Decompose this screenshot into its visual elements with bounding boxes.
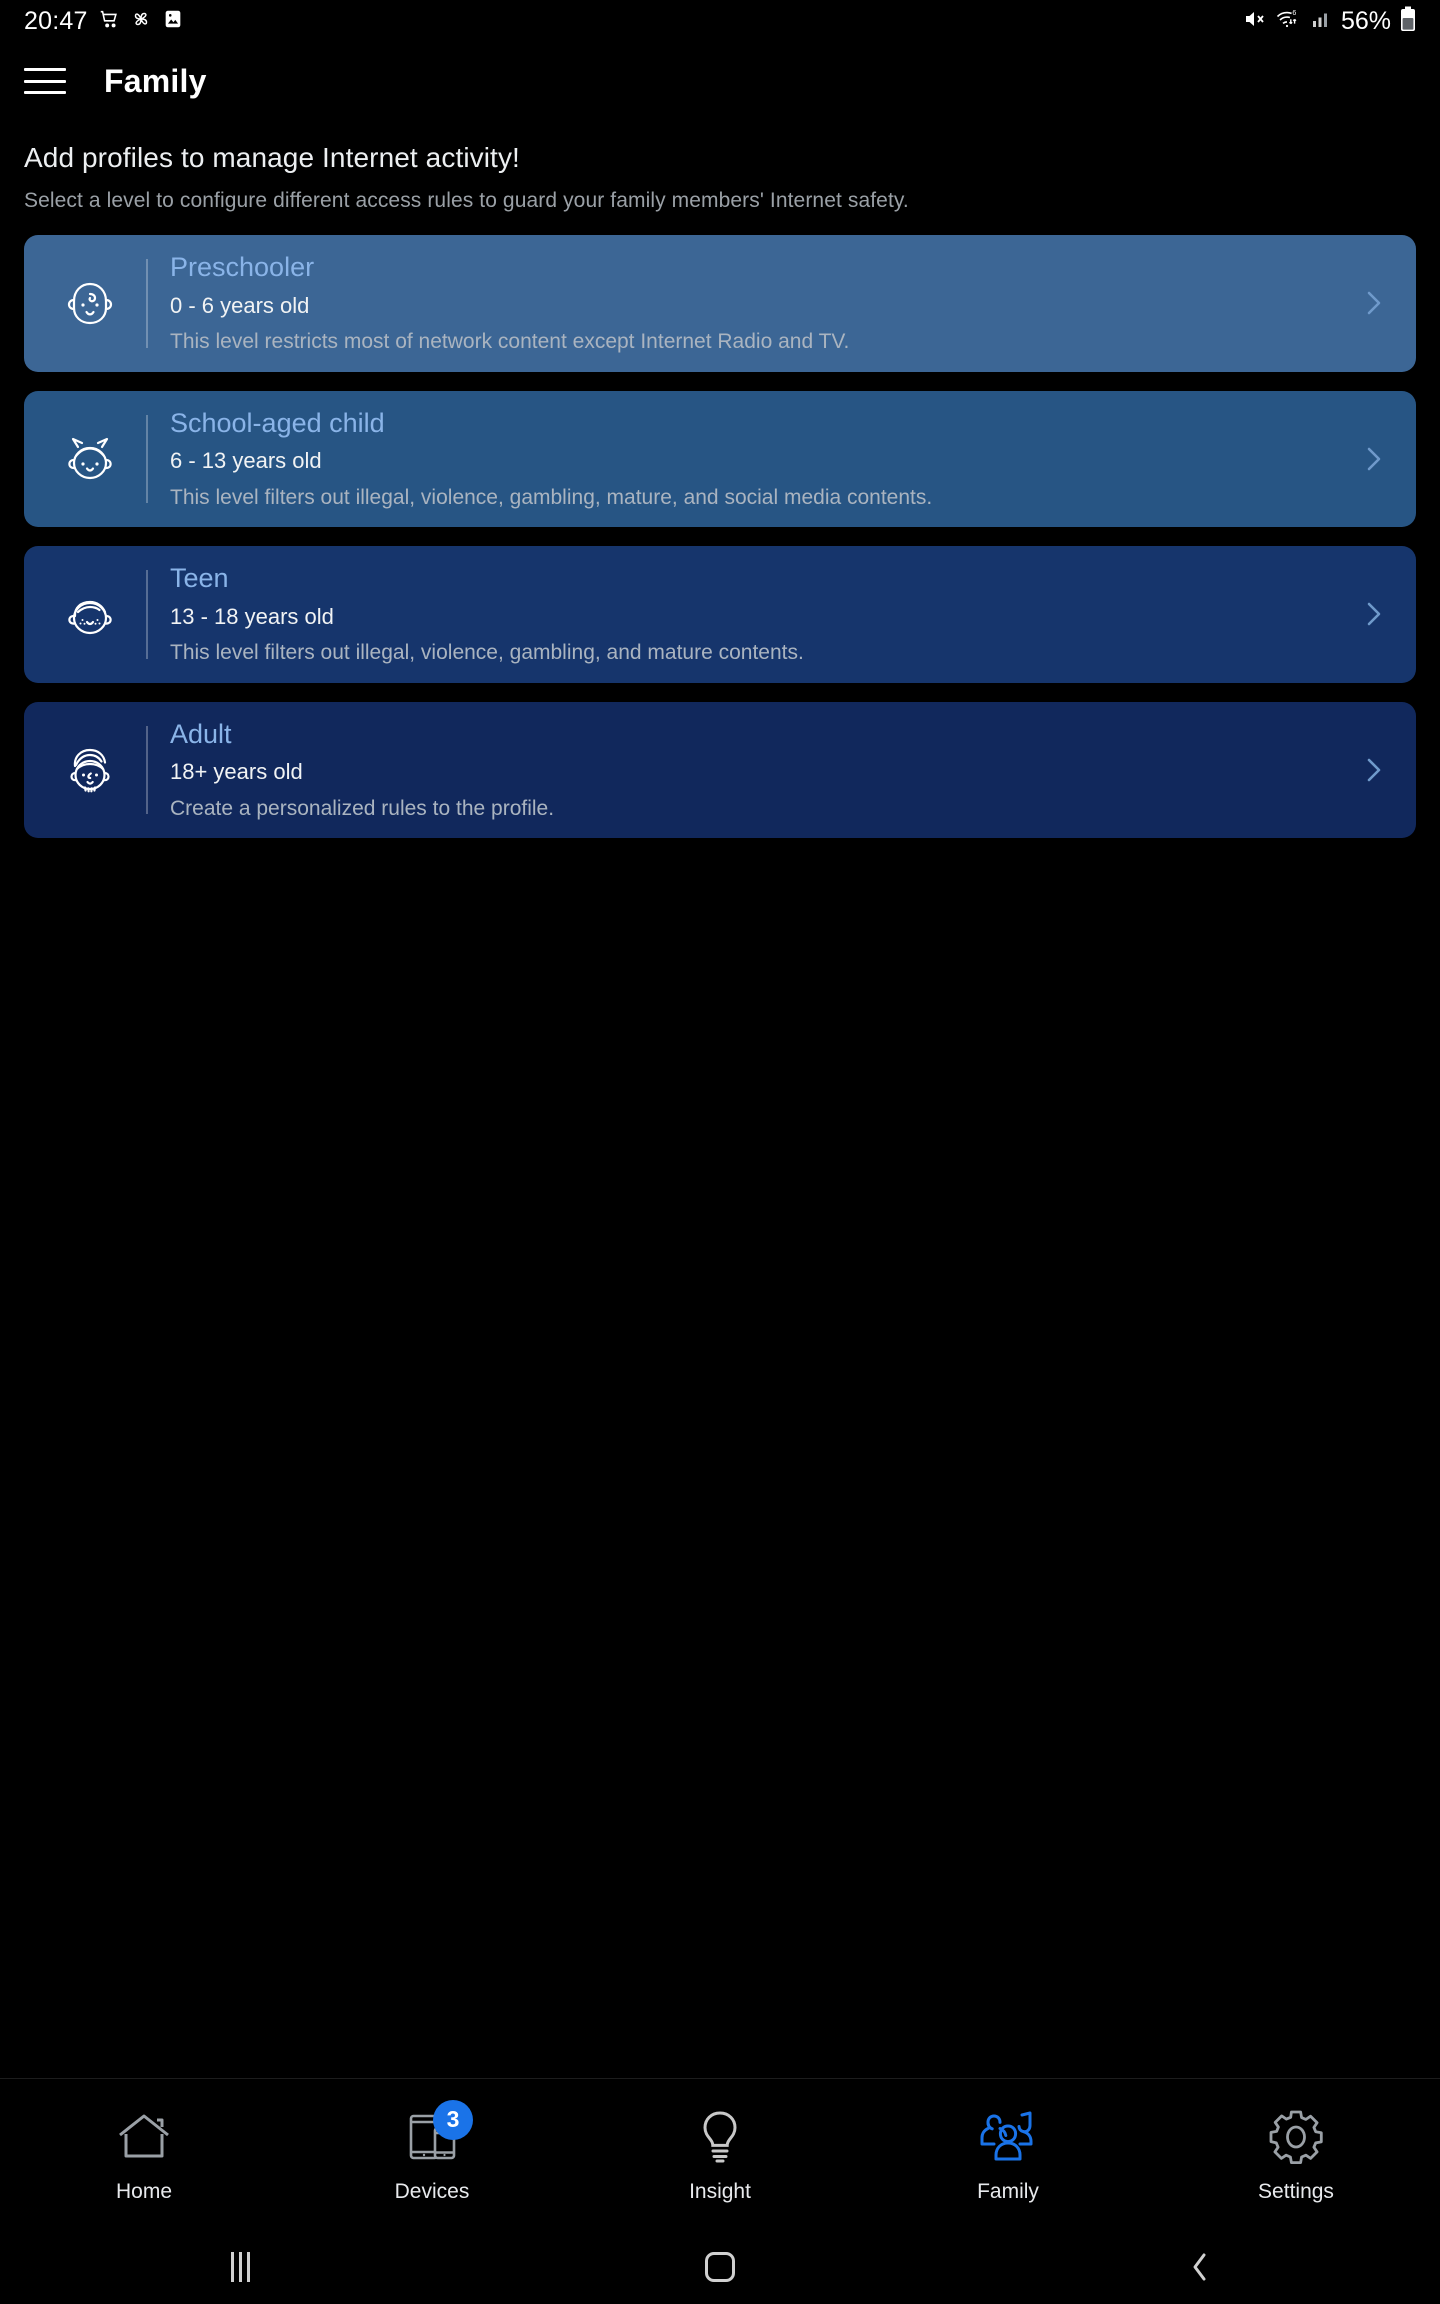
wifi-6-icon: 6 (1275, 7, 1301, 36)
child-pigtails-face-icon (42, 423, 138, 495)
status-bar-left: 20:47 (24, 7, 184, 36)
intro-subtitle: Select a level to configure different ac… (24, 189, 909, 212)
cellular-signal-icon (1310, 8, 1332, 35)
profile-title: Adult (170, 718, 232, 749)
profile-card-body: Preschooler 0 - 6 years old This level r… (170, 251, 1350, 356)
nav-item-home[interactable]: Home (0, 2106, 288, 2204)
nav-label-insight: Insight (689, 2179, 751, 2203)
devices-badge: 3 (433, 2099, 473, 2140)
intro-section: Add profiles to manage Internet activity… (0, 120, 1440, 213)
chevron-right-icon[interactable] (1350, 285, 1398, 321)
profile-age: 6 - 13 years old (170, 448, 322, 474)
status-time: 20:47 (24, 6, 88, 35)
profile-title: Preschooler (170, 252, 315, 282)
profile-card-teen[interactable]: Teen 13 - 18 years old This level filter… (24, 546, 1416, 683)
profile-card-body: Teen 13 - 18 years old This level filter… (170, 562, 1350, 667)
hamburger-menu-icon[interactable] (24, 65, 66, 97)
nav-item-settings[interactable]: Settings (1152, 2106, 1440, 2204)
profile-card-preschooler[interactable]: Preschooler 0 - 6 years old This level r… (24, 235, 1416, 372)
profile-level-list: Preschooler 0 - 6 years old This level r… (0, 213, 1440, 839)
gear-icon (1266, 2106, 1326, 2168)
mute-icon (1242, 7, 1266, 36)
profile-age: 13 - 18 years old (170, 603, 334, 629)
chevron-right-icon[interactable] (1350, 596, 1398, 632)
image-icon (162, 8, 184, 35)
card-divider (146, 259, 148, 348)
adult-face-icon (42, 734, 138, 806)
battery-icon (1400, 6, 1416, 37)
nav-item-devices[interactable]: 3 Devices (288, 2099, 576, 2204)
card-divider (146, 725, 148, 815)
nav-item-family[interactable]: Family (864, 2106, 1152, 2204)
profile-card-body: Adult 18+ years old Create a personalize… (170, 718, 1350, 823)
pinwheel-icon (130, 8, 152, 35)
status-bar-right: 6 56% (1242, 6, 1416, 37)
page-title: Family (104, 62, 207, 99)
family-icon (976, 2106, 1040, 2168)
profile-title: Teen (170, 563, 229, 594)
profile-age: 0 - 6 years old (170, 292, 310, 318)
nav-label-devices: Devices (394, 2179, 470, 2203)
profile-title: School-aged child (170, 407, 385, 438)
profile-card-body: School-aged child 6 - 13 years old This … (170, 407, 1350, 512)
home-pill-icon[interactable] (480, 2252, 960, 2282)
profile-description: This level restricts most of network con… (170, 330, 850, 354)
bottom-navigation: Home 3 Devices Insight Family Settings (0, 2078, 1440, 2230)
nav-label-home: Home (115, 2179, 173, 2203)
svg-text:6: 6 (1292, 10, 1296, 17)
back-chevron-icon[interactable] (960, 2250, 1440, 2284)
profile-age: 18+ years old (170, 759, 303, 785)
baby-face-icon (42, 267, 138, 339)
chevron-right-icon[interactable] (1350, 752, 1398, 788)
profile-description: This level filters out illegal, violence… (170, 641, 804, 665)
android-system-nav (0, 2230, 1440, 2304)
chevron-right-icon[interactable] (1350, 441, 1398, 477)
profile-card-school-aged-child[interactable]: School-aged child 6 - 13 years old This … (24, 390, 1416, 528)
devices-icon: 3 (403, 2099, 473, 2168)
home-icon (113, 2106, 175, 2168)
nav-label-settings: Settings (1258, 2179, 1334, 2203)
card-divider (146, 414, 148, 504)
nav-label-family: Family (977, 2179, 1039, 2203)
profile-card-adult[interactable]: Adult 18+ years old Create a personalize… (24, 701, 1416, 839)
profile-description: This level filters out illegal, violence… (170, 485, 933, 509)
recents-icon[interactable] (0, 2252, 480, 2282)
teen-face-icon (42, 578, 138, 650)
profile-description: Create a personalized rules to the profi… (170, 796, 555, 820)
intro-title: Add profiles to manage Internet activity… (24, 142, 520, 173)
bulb-icon (692, 2106, 748, 2168)
status-bar: 20:47 6 56% (0, 0, 1440, 42)
app-bar: Family (0, 42, 1440, 120)
shopping-cart-icon (98, 8, 120, 35)
nav-item-insight[interactable]: Insight (576, 2106, 864, 2204)
card-divider (146, 570, 148, 659)
battery-percent-label: 56% (1340, 6, 1391, 35)
